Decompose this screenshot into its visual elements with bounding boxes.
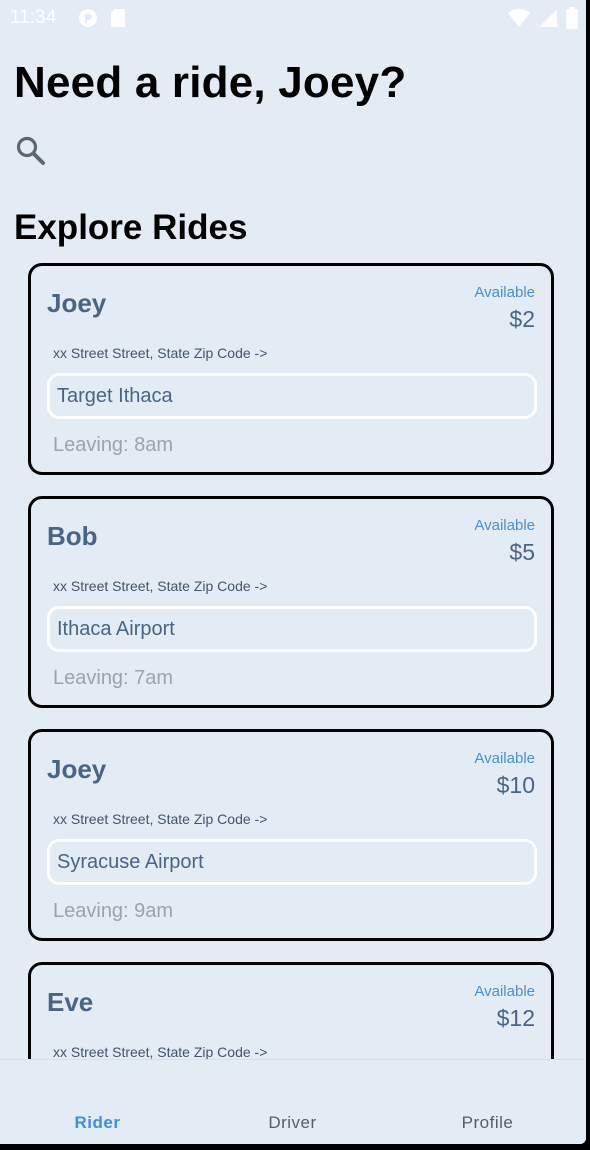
ride-card[interactable]: Joey Available $10 xx Street Street, Sta…: [28, 729, 554, 941]
status-left-icons: [78, 8, 126, 33]
leaving-time: Leaving: 8am: [53, 434, 174, 456]
app-screen: 11:34 Need a ride, Joey? Explore Rides J…: [0, 0, 586, 1144]
search-icon: [16, 136, 45, 165]
status-time: 11:34: [10, 7, 57, 28]
ride-card[interactable]: Bob Available $5 xx Street Street, State…: [28, 496, 554, 708]
ride-card[interactable]: Eve Available $12 xx Street Street, Stat…: [28, 962, 554, 1059]
tab-profile[interactable]: Profile: [390, 1060, 585, 1144]
status-bar: 11:34: [0, 0, 586, 34]
explore-rides-heading: Explore Rides: [14, 208, 248, 247]
page-title: Need a ride, Joey?: [14, 58, 407, 107]
destination-field: Syracuse Airport: [47, 839, 537, 885]
sd-card-icon: [110, 8, 126, 33]
availability-label: Available: [474, 284, 535, 301]
cellular-signal-icon: [538, 8, 558, 33]
wifi-icon: [508, 8, 530, 33]
signal-app-icon: [78, 8, 98, 33]
pickup-address: xx Street Street, State Zip Code ->: [53, 345, 268, 361]
ride-price: $12: [496, 1005, 535, 1031]
pickup-address: xx Street Street, State Zip Code ->: [53, 578, 268, 594]
tab-rider[interactable]: Rider: [0, 1060, 195, 1144]
availability-label: Available: [474, 983, 535, 1000]
tab-driver[interactable]: Driver: [195, 1060, 390, 1144]
ride-price: $10: [496, 772, 535, 798]
ride-card[interactable]: Joey Available $2 xx Street Street, Stat…: [28, 263, 554, 475]
battery-icon: [566, 7, 578, 34]
status-right-icons: [508, 7, 578, 34]
ride-price: $5: [509, 539, 535, 565]
driver-name: Bob: [47, 521, 98, 551]
leaving-time: Leaving: 7am: [53, 667, 174, 689]
availability-label: Available: [474, 750, 535, 767]
ride-list[interactable]: Joey Available $2 xx Street Street, Stat…: [28, 263, 554, 1059]
search-button[interactable]: [14, 134, 48, 168]
ride-price: $2: [509, 306, 535, 332]
destination-field: Target Ithaca: [47, 373, 537, 419]
pickup-address: xx Street Street, State Zip Code ->: [53, 1044, 268, 1059]
leaving-time: Leaving: 9am: [53, 900, 174, 922]
destination-field: Ithaca Airport: [47, 606, 537, 652]
pickup-address: xx Street Street, State Zip Code ->: [53, 811, 268, 827]
availability-label: Available: [474, 517, 535, 534]
bottom-tab-bar: Rider Driver Profile: [0, 1059, 586, 1144]
driver-name: Joey: [47, 288, 107, 318]
driver-name: Eve: [47, 987, 94, 1017]
driver-name: Joey: [47, 754, 107, 784]
